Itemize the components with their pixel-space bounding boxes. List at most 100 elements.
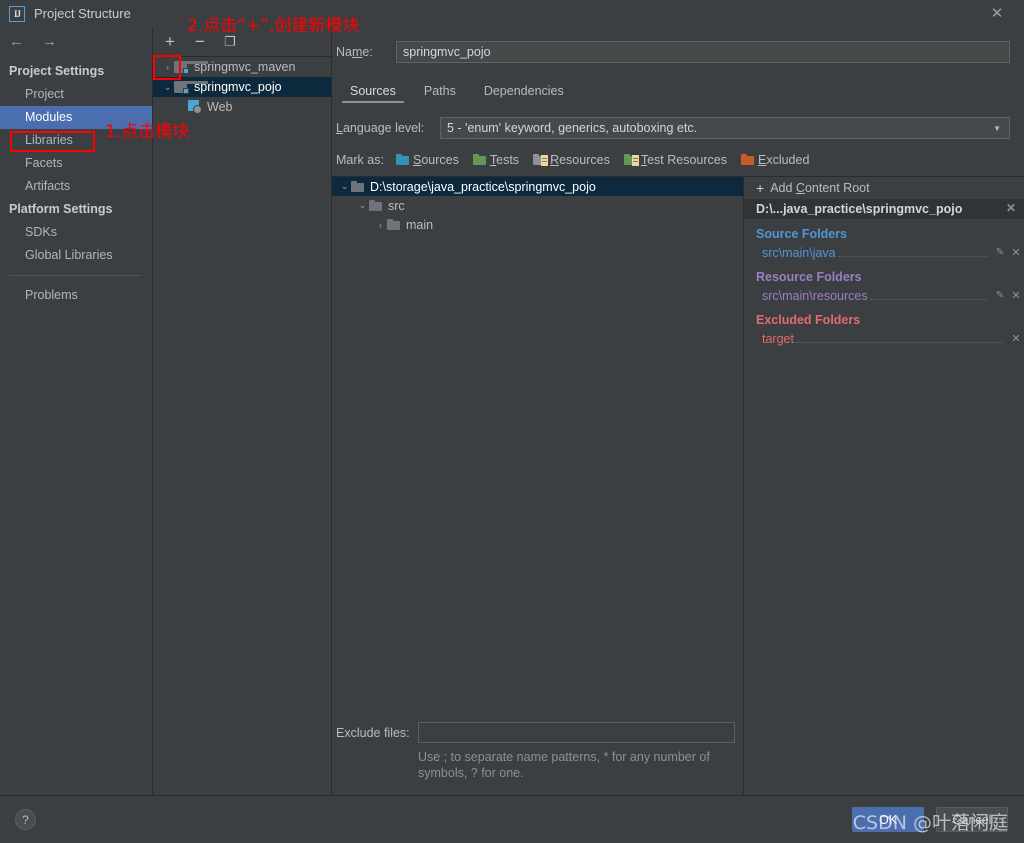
test-resources-folder-icon <box>623 154 639 166</box>
folder-icon <box>387 218 401 231</box>
sidebar-item-facets[interactable]: Facets <box>0 152 152 175</box>
module-tree-row[interactable]: ⌄ springmvc_pojo <box>153 77 331 97</box>
add-module-button[interactable]: + <box>160 32 180 52</box>
sidebar-item-global-libraries[interactable]: Global Libraries <box>0 244 152 267</box>
source-folder-path: src\main\java <box>762 245 836 260</box>
edit-pencil-icon[interactable]: ✎ <box>992 290 1008 301</box>
modules-tree: › springmvc_maven ⌄ springmvc_pojo Web <box>153 56 331 795</box>
dialog-body: ← → Project Settings Project Modules Lib… <box>0 27 1024 795</box>
sidebar-item-project[interactable]: Project <box>0 83 152 106</box>
mark-as-sources-button[interactable]: Sources <box>396 153 466 167</box>
mark-as-excluded-label: Excluded <box>757 153 810 167</box>
chevron-down-icon[interactable]: ⌄ <box>356 200 369 211</box>
exclude-files-hint: Use ; to separate name patterns, * for a… <box>418 750 710 780</box>
mark-as-test-resources-button[interactable]: Test Resources <box>623 153 734 167</box>
module-tree-row[interactable]: › springmvc_maven <box>153 57 331 77</box>
exclude-files-input[interactable] <box>418 722 735 743</box>
content-roots-panel: + Add Content Root D:\...java_practice\s… <box>744 177 1024 795</box>
language-level-select[interactable]: 5 - 'enum' keyword, generics, autoboxing… <box>440 117 1010 139</box>
chevron-right-icon[interactable]: › <box>374 220 387 230</box>
chevron-right-icon[interactable]: › <box>161 62 174 72</box>
source-folder-tree: ⌄ D:\storage\java_practice\springmvc_poj… <box>332 177 744 795</box>
remove-resource-folder-icon[interactable]: ✕ <box>1008 289 1024 302</box>
plus-icon: + <box>756 180 765 196</box>
modules-toolbar: + − ❐ <box>153 27 331 56</box>
resource-folders-title: Resource Folders <box>756 270 862 284</box>
remove-module-button[interactable]: − <box>190 32 210 52</box>
sidebar-item-artifacts[interactable]: Artifacts <box>0 175 152 198</box>
name-row: Name: <box>332 27 1024 63</box>
facet-label: Web <box>207 100 233 114</box>
module-name-input[interactable] <box>396 41 1010 63</box>
modules-pane: + − ❐ › springmvc_maven ⌄ springmvc_pojo… <box>153 27 332 795</box>
sidebar-item-problems[interactable]: Problems <box>0 284 152 307</box>
source-tree-row[interactable]: ⌄ D:\storage\java_practice\springmvc_poj… <box>332 177 743 196</box>
dotted-filler <box>837 246 988 257</box>
window-title: Project Structure <box>34 6 131 21</box>
title-bar: IJ Project Structure ✕ <box>0 0 1024 27</box>
excluded-folder-item[interactable]: target ✕ <box>744 329 1024 348</box>
exclude-files-row: Exclude files: <box>336 722 735 743</box>
language-level-row: Language level: 5 - 'enum' keyword, gene… <box>332 103 1024 139</box>
resource-folder-item[interactable]: src\main\resources ✎ ✕ <box>744 286 1024 305</box>
source-tree-label: D:\storage\java_practice\springmvc_pojo <box>370 179 596 194</box>
sidebar-group-platform-settings: Platform Settings <box>9 202 113 216</box>
cancel-button[interactable]: Cancel <box>936 807 1008 832</box>
exclude-files-label: Exclude files: <box>336 725 410 740</box>
sidebar-divider <box>9 275 142 276</box>
sidebar-item-sdks[interactable]: SDKs <box>0 221 152 244</box>
module-editor: Name: Sources Paths Dependencies Languag… <box>332 27 1024 795</box>
module-tree-row[interactable]: Web <box>153 97 331 117</box>
source-tree-rows: ⌄ D:\storage\java_practice\springmvc_poj… <box>332 177 743 234</box>
excluded-folders-title: Excluded Folders <box>756 313 861 327</box>
name-label: Name: <box>336 45 373 59</box>
exclude-files-section: Exclude files: Use ; to separate name pa… <box>332 722 743 795</box>
add-content-root-label: Add Content Root <box>770 181 870 195</box>
mark-as-label: Mark as: <box>336 153 384 167</box>
chevron-down-icon[interactable]: ⌄ <box>338 181 351 192</box>
content-root-path: D:\...java_practice\springmvc_pojo <box>756 202 963 216</box>
nav-arrows: ← → <box>0 27 152 56</box>
source-folder-item[interactable]: src\main\java ✎ ✕ <box>744 243 1024 262</box>
ok-button[interactable]: OK <box>852 807 924 832</box>
tree-empty-space <box>332 234 743 722</box>
remove-excluded-folder-icon[interactable]: ✕ <box>1008 332 1024 345</box>
mark-as-sources-label: Sources <box>413 153 459 167</box>
settings-sidebar: ← → Project Settings Project Modules Lib… <box>0 27 153 795</box>
dotted-filler <box>795 332 1004 343</box>
tests-folder-icon <box>472 154 487 166</box>
sidebar-item-modules[interactable]: Modules <box>0 106 152 129</box>
excluded-folder-icon <box>740 154 755 166</box>
dialog-footer: ? OK Cancel <box>0 795 1024 843</box>
edit-pencil-icon[interactable]: ✎ <box>992 247 1008 258</box>
tab-paths[interactable]: Paths <box>410 79 470 103</box>
source-tree-row[interactable]: ⌄ src <box>332 196 743 215</box>
chevron-down-icon[interactable]: ⌄ <box>161 82 174 93</box>
sidebar-group-project-settings: Project Settings <box>9 64 105 78</box>
help-icon[interactable]: ? <box>15 809 36 830</box>
mark-as-resources-button[interactable]: Resources <box>533 153 617 167</box>
sidebar-list: Project Settings Project Modules Librari… <box>0 56 152 307</box>
back-arrow-icon[interactable]: ← <box>9 34 24 49</box>
folder-icon <box>369 199 383 212</box>
remove-source-folder-icon[interactable]: ✕ <box>1008 246 1024 259</box>
close-icon[interactable]: ✕ <box>980 0 1014 27</box>
resource-folder-path: src\main\resources <box>762 288 868 303</box>
content-root-header: D:\...java_practice\springmvc_pojo ✕ <box>744 199 1024 219</box>
source-tree-row[interactable]: › main <box>332 215 743 234</box>
tab-sources[interactable]: Sources <box>336 79 410 103</box>
mark-as-excluded-button[interactable]: Excluded <box>740 153 816 167</box>
module-label: springmvc_maven <box>194 60 296 74</box>
dotted-filler <box>869 289 988 300</box>
sidebar-item-libraries[interactable]: Libraries <box>0 129 152 152</box>
tab-dependencies[interactable]: Dependencies <box>470 79 578 103</box>
mark-as-test-resources-label: Test Resources <box>640 153 727 167</box>
remove-content-root-icon[interactable]: ✕ <box>1006 202 1016 214</box>
forward-arrow-icon[interactable]: → <box>42 34 57 49</box>
add-content-root-button[interactable]: + Add Content Root <box>744 177 1024 199</box>
chevron-down-icon[interactable]: ▼ <box>993 124 1001 133</box>
source-tree-label: src <box>388 198 405 213</box>
module-folder-icon <box>174 60 208 74</box>
mark-as-tests-button[interactable]: Tests <box>472 153 526 167</box>
copy-module-button[interactable]: ❐ <box>220 32 240 52</box>
